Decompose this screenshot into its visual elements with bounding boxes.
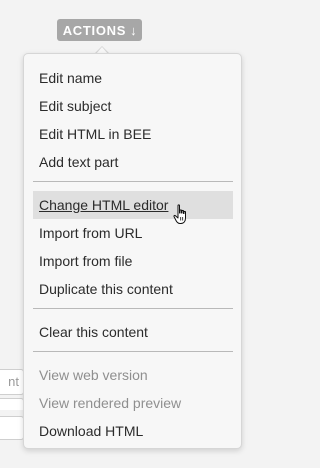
- hand-pointer-icon: [173, 204, 186, 224]
- menu-item-label: Edit name: [39, 70, 103, 86]
- background-input-value: nt: [8, 374, 19, 389]
- actions-button-label: ACTIONS: [62, 22, 127, 38]
- menu-item-label: Duplicate this content: [39, 281, 173, 297]
- menu-item-label: Edit subject: [39, 98, 112, 114]
- background-input-3[interactable]: [0, 416, 24, 440]
- menu-item-download-html[interactable]: Download HTML: [33, 417, 233, 445]
- menu-item-label: View web version: [39, 367, 148, 383]
- arrow-down-icon: ↓: [130, 22, 138, 38]
- menu-item-label: View rendered preview: [39, 395, 182, 411]
- menu-item-duplicate-content[interactable]: Duplicate this content: [33, 275, 233, 303]
- menu-item-clear-content[interactable]: Clear this content: [33, 318, 233, 346]
- menu-divider: [33, 351, 233, 352]
- menu-item-edit-name[interactable]: Edit name: [33, 64, 233, 92]
- background-input-2[interactable]: [0, 398, 24, 410]
- menu-divider: [33, 308, 233, 309]
- menu-item-label: Clear this content: [39, 324, 148, 340]
- menu-item-edit-subject[interactable]: Edit subject: [33, 92, 233, 120]
- menu-item-change-html-editor[interactable]: Change HTML editor: [33, 191, 233, 219]
- menu-item-edit-html-in-bee[interactable]: Edit HTML in BEE: [33, 120, 233, 148]
- menu-item-label: Download HTML: [39, 423, 144, 439]
- menu-item-import-from-url[interactable]: Import from URL: [33, 219, 233, 247]
- menu-item-add-text-part[interactable]: Add text part: [33, 148, 233, 176]
- menu-item-label: Edit HTML in BEE: [39, 126, 152, 142]
- menu-item-label: Import from file: [39, 253, 133, 269]
- actions-menu: Edit name Edit subject Edit HTML in BEE …: [23, 53, 242, 449]
- menu-item-label: Add text part: [39, 154, 119, 170]
- background-text-input[interactable]: nt: [0, 369, 24, 395]
- menu-item-view-rendered-preview: View rendered preview: [33, 389, 233, 417]
- menu-item-label: Change HTML editor: [39, 197, 169, 213]
- menu-item-label: Import from URL: [39, 225, 143, 241]
- menu-item-import-from-file[interactable]: Import from file: [33, 247, 233, 275]
- menu-item-view-web-version: View web version: [33, 361, 233, 389]
- menu-divider: [33, 181, 233, 182]
- actions-button[interactable]: ACTIONS ↓: [57, 19, 142, 41]
